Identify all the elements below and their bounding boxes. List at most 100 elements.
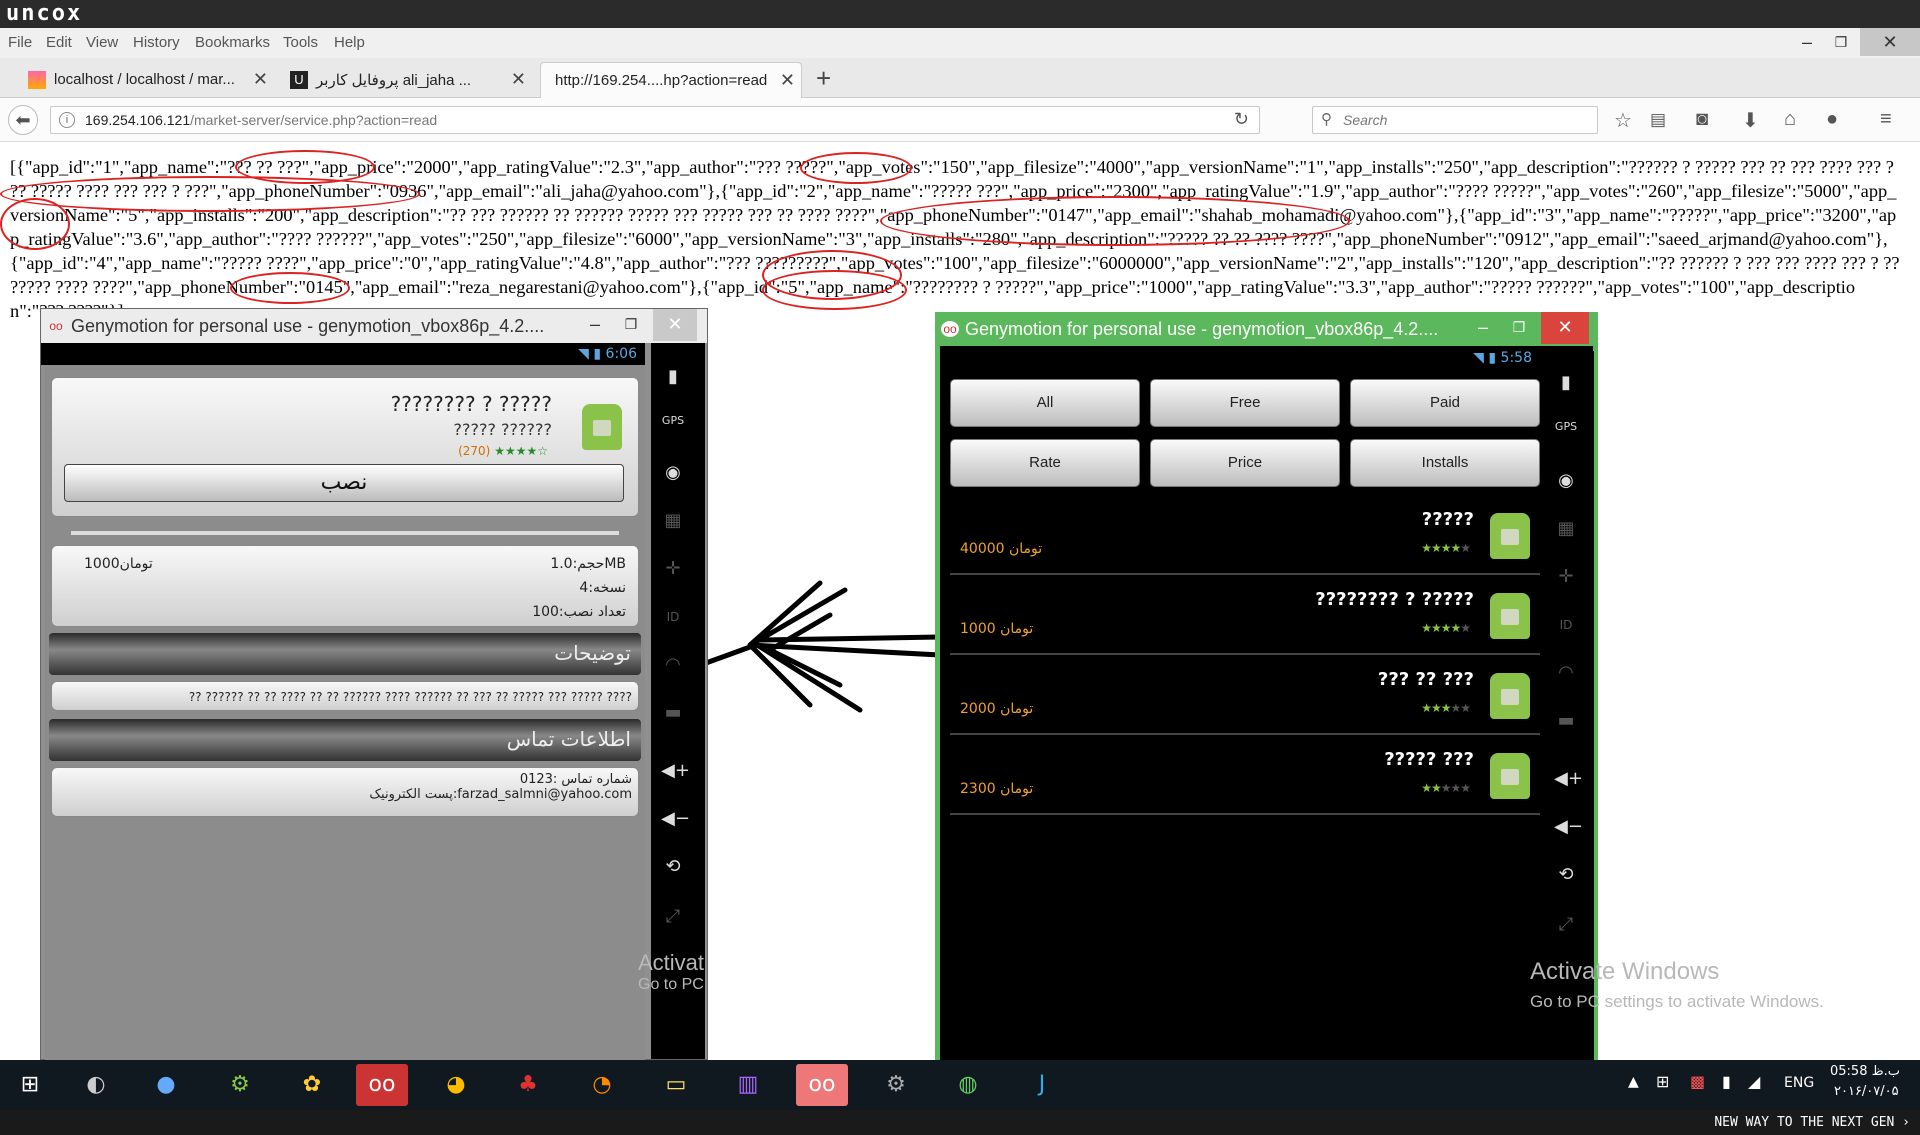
menu-tools[interactable]: Tools (283, 34, 318, 51)
app-list-item[interactable]: ??? ?? ??? 2000 تومان ★★★★★ (950, 657, 1540, 735)
sms-icon[interactable]: ▬ (661, 701, 685, 725)
genymotion-taskbar-icon-2[interactable]: oo (796, 1064, 848, 1106)
app-name: ??? ?? ??? (1377, 669, 1474, 690)
volume-up-icon[interactable]: ◀+ (661, 759, 690, 783)
close-window-button[interactable]: ✕ (1860, 28, 1920, 56)
gps-icon[interactable]: GPS (661, 409, 685, 433)
language-indicator[interactable]: ENG (1784, 1075, 1814, 1091)
menu-edit[interactable]: Edit (46, 34, 72, 51)
back-arrow-icon[interactable]: ⬅ (8, 105, 38, 135)
close-tab-icon[interactable]: ✕ (511, 69, 526, 90)
tab-profile[interactable]: U پروفایل کاربر ali_jaha ... ✕ (282, 62, 532, 98)
firefox-icon[interactable]: ◔ (576, 1064, 628, 1106)
tray-arrow-icon[interactable]: ▲ (1628, 1074, 1639, 1090)
camera-icon[interactable]: ◉ (1554, 469, 1578, 493)
volume-down-icon[interactable]: ◀− (661, 807, 690, 831)
gear-tool-icon[interactable]: ⚙ (870, 1064, 922, 1106)
winrar-icon[interactable]: ▥ (722, 1064, 774, 1106)
download-icon[interactable]: ⬇ (1742, 108, 1759, 133)
fullscreen-icon[interactable]: ⤢ (1554, 913, 1578, 937)
start-icon[interactable]: ⊞ (4, 1064, 56, 1106)
menu-help[interactable]: Help (334, 34, 365, 51)
search-input[interactable]: ⚲ Search (1312, 106, 1598, 134)
xampp-icon[interactable]: ✿ (286, 1064, 338, 1106)
id-icon[interactable]: ID (661, 605, 685, 629)
home-icon[interactable]: ⌂ (1784, 108, 1796, 131)
emulator-maximize-button[interactable]: ❐ (1501, 312, 1537, 344)
battery-icon[interactable]: ▮ (1554, 371, 1578, 395)
battery-icon[interactable]: ▮ (661, 365, 685, 389)
emulator-maximize-button[interactable]: ❐ (613, 309, 649, 341)
rating-stars: ★★★★★ (1421, 621, 1471, 635)
emulator-close-button[interactable]: ✕ (1541, 312, 1589, 344)
menu-bookmarks[interactable]: Bookmarks (195, 34, 270, 51)
clock-time[interactable]: 05:58 ب.ظ (1830, 1064, 1900, 1079)
genymotion-taskbar-icon[interactable]: oo (356, 1064, 408, 1106)
filter-free-button[interactable]: Free (1150, 379, 1340, 427)
annotation-circle (800, 152, 912, 184)
sort-rate-button[interactable]: Rate (950, 439, 1140, 487)
sms-icon[interactable]: ▬ (1554, 709, 1578, 733)
close-tab-icon[interactable]: ✕ (780, 70, 795, 91)
reading-list-icon[interactable]: ▤ (1650, 110, 1666, 130)
tray-network-icon[interactable]: ▩ (1690, 1072, 1705, 1091)
menu-hamburger-icon[interactable]: ≡ (1880, 108, 1892, 131)
file-explorer-icon[interactable]: ▭ (650, 1064, 702, 1106)
menu-view[interactable]: View (86, 34, 118, 51)
new-tab-button[interactable]: + (816, 63, 831, 94)
rotate-icon[interactable]: ⟲ (1554, 863, 1578, 887)
eclipse-blue-icon[interactable]: ● (140, 1064, 192, 1106)
globe-icon[interactable]: ◍ (942, 1064, 994, 1106)
emulator-minimize-button[interactable]: – (1465, 312, 1501, 344)
rss-icon[interactable]: ◠ (1554, 661, 1578, 685)
url-bar[interactable]: i 169.254.106.121/market-server/service.… (50, 106, 1260, 134)
bookmark-star-icon[interactable]: ☆ (1614, 108, 1632, 133)
menu-history[interactable]: History (133, 34, 180, 51)
dpad-icon[interactable]: ✛ (1554, 565, 1578, 589)
chrome-icon[interactable]: ◕ (430, 1064, 482, 1106)
emulator-close-button[interactable]: ✕ (653, 309, 697, 341)
emulator-minimize-button[interactable]: – (577, 309, 613, 341)
jetbrains-icon[interactable]: J (1016, 1064, 1068, 1106)
clapper-icon[interactable]: ▦ (661, 509, 685, 533)
description-text: ?? ?????? ?? ?? ???? ?? ?? ?????? ???? ?… (51, 681, 639, 711)
clock-date[interactable]: ۲۰۱۶/۰۷/۰۵ (1834, 1084, 1899, 1099)
reload-icon[interactable]: ↻ (1234, 109, 1249, 130)
tray-flag-icon[interactable]: ⊞ (1656, 1072, 1669, 1091)
app-list-item[interactable]: ????? ??? 2300 تومان ★★★★★ (950, 737, 1540, 815)
maximize-button[interactable]: ❐ (1820, 28, 1862, 56)
dpad-icon[interactable]: ✛ (661, 557, 685, 581)
rotate-icon[interactable]: ⟲ (661, 855, 685, 879)
eclipse-icon[interactable]: ◐ (70, 1064, 122, 1106)
fullscreen-icon[interactable]: ⤢ (661, 905, 685, 929)
close-tab-icon[interactable]: ✕ (253, 69, 268, 90)
app-price: 1000 تومان (960, 621, 1034, 637)
info-icon[interactable]: i (59, 112, 75, 128)
tray-battery-icon[interactable]: ▮ (1722, 1072, 1731, 1091)
chat-icon[interactable]: ● (1826, 108, 1838, 131)
filter-paid-button[interactable]: Paid (1350, 379, 1540, 427)
install-button[interactable]: نصب (64, 464, 624, 502)
tray-signal-icon[interactable]: ◢ (1748, 1072, 1760, 1091)
annotation-circle (0, 176, 420, 212)
android-app-icon (1490, 593, 1530, 639)
rss-icon[interactable]: ◠ (661, 653, 685, 677)
search-icon: ⚲ (1321, 111, 1332, 128)
volume-down-icon[interactable]: ◀− (1554, 815, 1583, 839)
app-red-icon[interactable]: ♣ (502, 1064, 554, 1106)
tab-localhost[interactable]: localhost / localhost / mar... ✕ (20, 62, 274, 98)
pocket-icon[interactable]: ◙ (1696, 108, 1708, 131)
camera-icon[interactable]: ◉ (661, 461, 685, 485)
menu-file[interactable]: File (8, 34, 32, 51)
id-icon[interactable]: ID (1554, 613, 1578, 637)
tab-service-read[interactable]: http://169.254....hp?action=read ✕ (540, 62, 802, 98)
android-studio-icon[interactable]: ⚙ (214, 1064, 266, 1106)
sort-installs-button[interactable]: Installs (1350, 439, 1540, 487)
app-list-item[interactable]: ????? 40000 تومان ★★★★★ (950, 497, 1540, 575)
volume-up-icon[interactable]: ◀+ (1554, 767, 1583, 791)
sort-price-button[interactable]: Price (1150, 439, 1340, 487)
gps-icon[interactable]: GPS (1554, 415, 1578, 439)
filter-all-button[interactable]: All (950, 379, 1140, 427)
app-list-item[interactable]: ???????? ? ????? 1000 تومان ★★★★★ (950, 577, 1540, 655)
clapper-icon[interactable]: ▦ (1554, 517, 1578, 541)
